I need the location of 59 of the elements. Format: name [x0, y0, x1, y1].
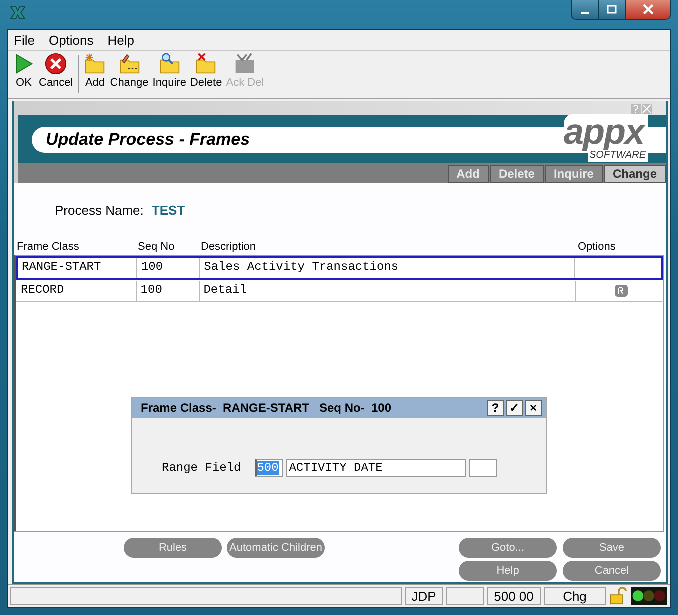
folder-icon	[84, 53, 106, 75]
column-header: Frame Class	[16, 241, 80, 255]
field-label: Process Name:	[55, 203, 144, 220]
mode-tab[interactable]: Change	[604, 165, 666, 183]
toolbar-button[interactable]: Add	[82, 53, 108, 89]
toolbar-button[interactable]: Delete	[188, 53, 224, 89]
status-lights-icon	[630, 587, 668, 605]
close-icon[interactable]	[642, 104, 652, 114]
dialog-title-button[interactable]: ×	[525, 400, 542, 416]
table-row[interactable]: RANGE-START 100 Sales Activity Transactions	[16, 256, 663, 280]
column-header: Seq No	[137, 241, 176, 255]
toolbar-button[interactable]: Inquire	[150, 53, 188, 89]
status-user: JDP	[405, 587, 443, 605]
table-cell: RECORD	[17, 281, 137, 301]
field-label: Range Field	[162, 461, 242, 475]
table-cell: Detail	[200, 281, 576, 301]
toolbar-button[interactable]: Change	[108, 53, 151, 89]
selected-text: 500	[257, 461, 279, 475]
folder-check-icon	[234, 53, 256, 75]
dialog-title-button[interactable]: ?	[487, 400, 504, 416]
table-cell: 100	[136, 281, 200, 301]
close-button[interactable]	[626, 0, 670, 19]
options-button[interactable]	[614, 285, 628, 297]
table-cell: RANGE-START	[18, 258, 138, 278]
dialog-title: Frame Class- RANGE-START Seq No- 100	[141, 401, 392, 415]
column-header: Options	[577, 241, 617, 255]
status-cell	[446, 587, 484, 605]
lock-icon	[609, 587, 627, 605]
process-name-value: TEST	[152, 203, 186, 220]
dialog-title-button[interactable]: ✓	[506, 400, 523, 416]
status-record: 500 00	[487, 587, 541, 605]
maximize-button[interactable]	[599, 0, 626, 19]
folder-icon	[158, 53, 181, 75]
options-icon	[617, 287, 626, 295]
toolbar-button[interactable]: Cancel	[37, 53, 76, 89]
toolbar-button[interactable]: OK	[11, 53, 37, 89]
minimize-icon	[581, 12, 589, 14]
table-row[interactable]: RECORD 100 Detail	[16, 280, 663, 302]
logo-tagline: SOFTWARE	[588, 150, 648, 162]
screen-title: Update Process - Frames	[46, 130, 250, 150]
logo-wordmark: appx	[564, 114, 648, 150]
help-icon[interactable]	[631, 104, 641, 114]
menu-item[interactable]: File	[14, 32, 35, 48]
folder-icon	[118, 53, 141, 75]
status-mode: Chg	[544, 587, 606, 605]
column-header: Description	[200, 241, 258, 255]
table-cell: Sales Activity Transactions	[200, 258, 576, 278]
maximize-icon	[607, 4, 617, 14]
play-icon	[13, 53, 35, 75]
minimize-button[interactable]	[572, 0, 599, 19]
table-cell: 100	[137, 258, 200, 278]
menu-item[interactable]: Options	[48, 32, 94, 48]
folder-icon	[195, 53, 218, 75]
input-field[interactable]	[469, 459, 498, 477]
close-icon	[642, 4, 654, 15]
menu-item[interactable]: Help	[108, 32, 135, 48]
cancel-icon	[45, 53, 68, 75]
description-field[interactable]: ACTIVITY DATE	[286, 459, 466, 477]
app-logo-icon	[10, 6, 26, 20]
